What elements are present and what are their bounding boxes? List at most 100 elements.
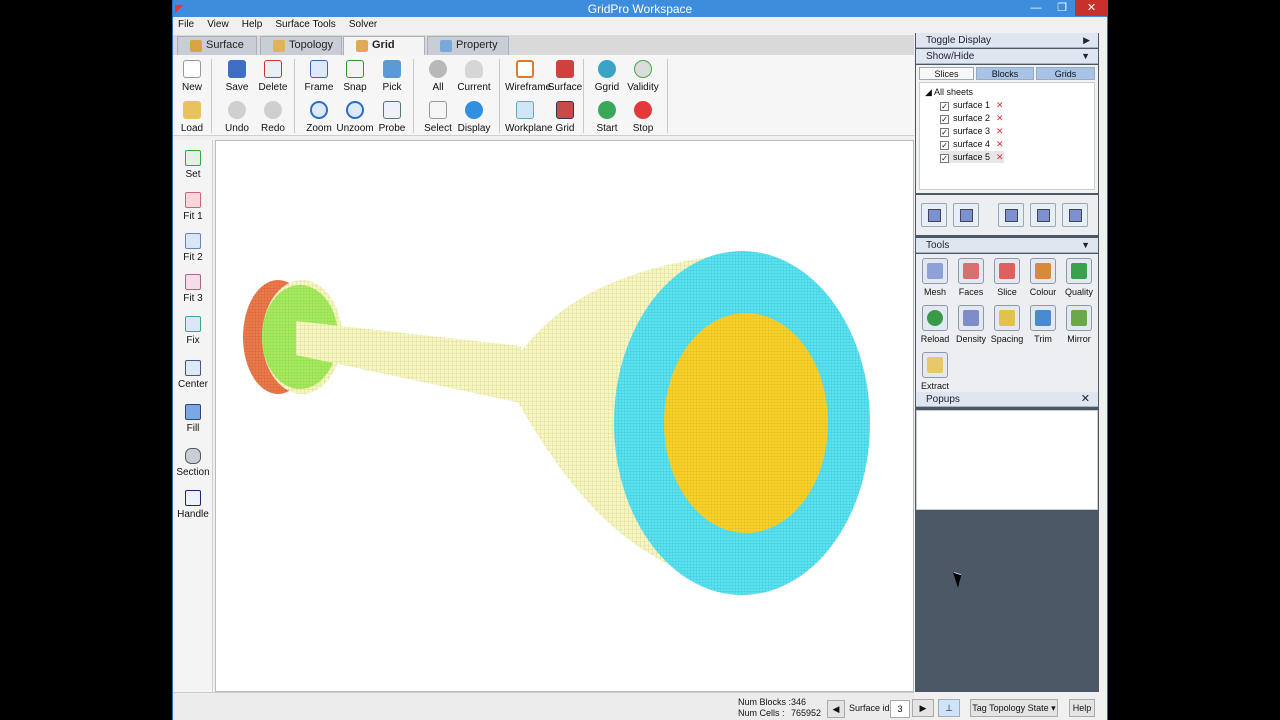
wireframe-icon bbox=[516, 60, 534, 78]
menu-file[interactable]: File bbox=[173, 17, 199, 32]
checkbox[interactable]: ✓ bbox=[940, 115, 949, 124]
surface-button[interactable]: Surface bbox=[545, 58, 585, 96]
reload-tool-button[interactable]: Reload bbox=[918, 305, 952, 351]
list-item[interactable]: ✓ surface 2 ✕ bbox=[940, 112, 1004, 124]
workplane-icon bbox=[516, 101, 534, 119]
help-button[interactable]: Help bbox=[1069, 699, 1095, 717]
fit2-button[interactable]: Fit 2 bbox=[173, 227, 213, 267]
surface-id-label: Surface id : bbox=[849, 703, 895, 713]
quality-tool-button[interactable]: Quality bbox=[1062, 258, 1096, 304]
tab-slices[interactable]: Slices bbox=[919, 67, 974, 80]
remove-icon[interactable]: ✕ bbox=[996, 138, 1004, 150]
density-tool-button[interactable]: Density bbox=[954, 305, 988, 351]
popups-header[interactable]: Popups ✕ bbox=[916, 392, 1098, 407]
left-toolbar: Set Fit 1 Fit 2 Fit 3 Fix Center Fill Se… bbox=[173, 140, 213, 692]
slice-tool-button[interactable]: Slice bbox=[990, 258, 1024, 304]
remove-icon[interactable]: ✕ bbox=[996, 112, 1004, 124]
grid-button[interactable]: Grid bbox=[545, 99, 585, 137]
view-side-button[interactable] bbox=[1030, 203, 1056, 227]
view-front-button[interactable] bbox=[998, 203, 1024, 227]
right-panel: Toggle Display ▶ Show/Hide ▼ Slices Blocks… bbox=[915, 33, 1099, 692]
fit3-button[interactable]: Fit 3 bbox=[173, 268, 213, 308]
fit1-button[interactable]: Fit 1 bbox=[173, 186, 213, 226]
checkbox[interactable]: ✓ bbox=[940, 102, 949, 111]
wireframe-button[interactable]: Wireframe bbox=[505, 58, 551, 96]
tab-blocks[interactable]: Blocks bbox=[976, 67, 1034, 80]
fix-icon bbox=[185, 316, 201, 332]
spacing-tool-button[interactable]: Spacing bbox=[990, 305, 1024, 351]
remove-icon[interactable]: ✕ bbox=[996, 151, 1004, 163]
surface-pick-button[interactable]: ⊥ bbox=[938, 699, 960, 717]
tab-grids[interactable]: Grids bbox=[1036, 67, 1095, 80]
zoom-button[interactable]: Zoom bbox=[299, 99, 339, 137]
tree-root-all-sheets[interactable]: ◢ All sheets bbox=[925, 86, 973, 98]
section-button[interactable]: Section bbox=[173, 442, 213, 482]
current-button[interactable]: Current bbox=[454, 58, 494, 96]
list-item[interactable]: ✓ surface 3 ✕ bbox=[940, 125, 1004, 137]
minimize-button[interactable]: — bbox=[1023, 0, 1049, 16]
mesh-tool-button[interactable]: Mesh bbox=[918, 258, 952, 304]
checkbox[interactable]: ✓ bbox=[940, 154, 949, 163]
grid-ribbon: New Save Delete Frame Snap Pick All Curr… bbox=[173, 55, 914, 136]
tools-header[interactable]: Tools ▼ bbox=[916, 238, 1098, 253]
list-item[interactable]: ✓ surface 5 ✕ bbox=[940, 151, 1004, 163]
checkbox[interactable]: ✓ bbox=[940, 128, 949, 137]
start-button[interactable]: Start bbox=[587, 99, 627, 137]
close-icon[interactable]: ✕ bbox=[1081, 392, 1090, 407]
all-button[interactable]: All bbox=[418, 58, 458, 96]
prev-surface-button[interactable]: ◀ bbox=[827, 700, 845, 718]
menu-help[interactable]: Help bbox=[237, 17, 268, 32]
save-button[interactable]: Save bbox=[217, 58, 257, 96]
menu-surface-tools[interactable]: Surface Tools bbox=[270, 17, 340, 32]
list-item[interactable]: ✓ surface 4 ✕ bbox=[940, 138, 1004, 150]
select-button[interactable]: Select bbox=[418, 99, 458, 137]
view-corner-button[interactable] bbox=[953, 203, 979, 227]
remove-icon[interactable]: ✕ bbox=[996, 125, 1004, 137]
close-button[interactable]: ✕ bbox=[1075, 0, 1108, 16]
display-button[interactable]: Display bbox=[454, 99, 494, 137]
graphics-viewport[interactable] bbox=[215, 140, 914, 692]
show-hide-header[interactable]: Show/Hide ▼ bbox=[916, 49, 1098, 64]
colour-tool-button[interactable]: Colour bbox=[1026, 258, 1060, 304]
fix-button[interactable]: Fix bbox=[173, 310, 213, 350]
set-button[interactable]: Set bbox=[173, 144, 213, 184]
ggrid-button[interactable]: Ggrid bbox=[587, 58, 627, 96]
tag-topology-state-dropdown[interactable]: Tag Topology State ▾ bbox=[970, 699, 1058, 717]
tab-surface[interactable]: Surface bbox=[177, 36, 257, 55]
stop-button[interactable]: Stop bbox=[623, 99, 663, 137]
checkbox[interactable]: ✓ bbox=[940, 141, 949, 150]
mirror-tool-button[interactable]: Mirror bbox=[1062, 305, 1096, 351]
delete-button[interactable]: Delete bbox=[253, 58, 293, 96]
undo-button[interactable]: Undo bbox=[217, 99, 257, 137]
faces-tool-button[interactable]: Faces bbox=[954, 258, 988, 304]
toggle-display-header[interactable]: Toggle Display ▶ bbox=[916, 33, 1098, 48]
surface-id-input[interactable]: 3 bbox=[890, 700, 910, 718]
chevron-down-icon: ▼ bbox=[1081, 240, 1090, 250]
handle-button[interactable]: Handle bbox=[173, 484, 213, 524]
tab-topology[interactable]: Topology bbox=[260, 36, 342, 55]
maximize-button[interactable]: ❐ bbox=[1049, 0, 1075, 16]
new-button[interactable]: New bbox=[172, 58, 212, 96]
tab-grid[interactable]: Grid bbox=[343, 36, 425, 55]
fit1-icon bbox=[185, 192, 201, 208]
redo-button[interactable]: Redo bbox=[253, 99, 293, 137]
load-button[interactable]: Load bbox=[172, 99, 212, 137]
workplane-button[interactable]: Workplane bbox=[505, 99, 553, 137]
next-surface-button[interactable]: ▶ bbox=[912, 699, 934, 717]
pick-button[interactable]: Pick bbox=[372, 58, 412, 96]
view-iso-button[interactable] bbox=[921, 203, 947, 227]
remove-icon[interactable]: ✕ bbox=[996, 99, 1004, 111]
validity-button[interactable]: Validity bbox=[623, 58, 663, 96]
menu-solver[interactable]: Solver bbox=[344, 17, 382, 32]
fill-button[interactable]: Fill bbox=[173, 398, 213, 438]
snap-button[interactable]: Snap bbox=[335, 58, 375, 96]
tab-property[interactable]: Property bbox=[427, 36, 509, 55]
trim-tool-button[interactable]: Trim bbox=[1026, 305, 1060, 351]
probe-button[interactable]: Probe bbox=[372, 99, 412, 137]
unzoom-button[interactable]: Unzoom bbox=[335, 99, 375, 137]
frame-button[interactable]: Frame bbox=[299, 58, 339, 96]
view-top-button[interactable] bbox=[1062, 203, 1088, 227]
menu-view[interactable]: View bbox=[202, 17, 234, 32]
center-button[interactable]: Center bbox=[173, 354, 213, 394]
list-item[interactable]: ✓ surface 1 ✕ bbox=[940, 99, 1004, 111]
